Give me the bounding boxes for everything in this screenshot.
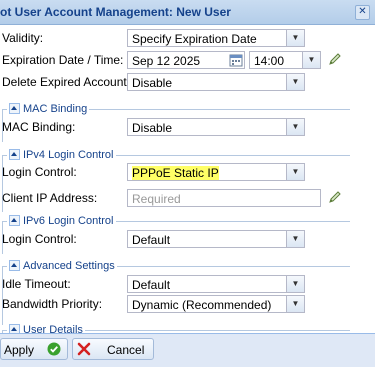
- mac-binding-value: Disable: [132, 121, 173, 135]
- apply-button[interactable]: Apply: [0, 338, 68, 360]
- delete-expired-row: Delete Expired Account: Disable ▼: [0, 71, 375, 93]
- idle-timeout-value: Default: [132, 278, 171, 292]
- cancel-icon: [77, 342, 91, 356]
- bandwidth-label: Bandwidth Priority:: [2, 297, 103, 311]
- ipv6-legend[interactable]: IPv6 Login Control: [7, 214, 116, 228]
- cancel-button-label: Cancel: [107, 343, 145, 357]
- collapse-icon[interactable]: [9, 102, 20, 114]
- button-bar: Apply Cancel: [0, 333, 375, 367]
- chevron-down-icon[interactable]: ▼: [286, 74, 304, 90]
- mac-binding-label: MAC Binding:: [2, 120, 76, 134]
- ipv4-legend[interactable]: IPv4 Login Control: [7, 148, 116, 162]
- chevron-down-icon[interactable]: ▼: [302, 52, 320, 68]
- delete-expired-select[interactable]: Disable ▼: [127, 73, 305, 91]
- ipv6-login-value: Default: [132, 233, 171, 247]
- collapse-icon[interactable]: [9, 259, 20, 271]
- mac-binding-legend[interactable]: MAC Binding: [7, 102, 90, 116]
- mac-binding-row: MAC Binding: Disable ▼: [0, 116, 375, 138]
- collapse-icon[interactable]: [9, 323, 20, 333]
- chevron-down-icon[interactable]: ▼: [286, 296, 304, 312]
- chevron-down-icon[interactable]: ▼: [286, 164, 304, 180]
- expiration-row: Expiration Date / Time: Sep 12 2025 14:0…: [0, 49, 375, 71]
- expiration-time-select[interactable]: 14:00 ▼: [249, 51, 321, 69]
- ipv4-login-row: Login Control: PPPoE Static IP ▼: [0, 161, 375, 183]
- chevron-down-icon[interactable]: ▼: [286, 30, 304, 46]
- form-content: Validity: Specify Expiration Date ▼ Expi…: [0, 25, 375, 333]
- expiration-date-field[interactable]: Sep 12 2025: [127, 51, 245, 69]
- window-titlebar: ot User Account Management: New User ✕: [0, 0, 375, 25]
- ipv6-login-label: Login Control:: [2, 232, 77, 246]
- ipv4-login-select[interactable]: PPPoE Static IP ▼: [127, 163, 305, 181]
- calendar-icon[interactable]: [229, 53, 243, 67]
- collapse-icon[interactable]: [9, 214, 20, 226]
- validity-row: Validity: Specify Expiration Date ▼: [0, 27, 375, 49]
- chevron-down-icon[interactable]: ▼: [286, 276, 304, 292]
- advanced-legend[interactable]: Advanced Settings: [7, 259, 117, 273]
- ipv4-login-label: Login Control:: [2, 165, 77, 179]
- client-ip-label: Client IP Address:: [2, 191, 98, 205]
- scroll-gutter: [350, 25, 375, 333]
- apply-button-label: Apply: [4, 343, 35, 357]
- collapse-icon[interactable]: [9, 148, 20, 160]
- validity-select[interactable]: Specify Expiration Date ▼: [127, 29, 305, 47]
- edit-icon[interactable]: [327, 189, 343, 205]
- window-title: ot User Account Management: New User: [0, 5, 231, 19]
- validity-value: Specify Expiration Date: [132, 32, 257, 46]
- ipv6-login-row: Login Control: Default ▼: [0, 228, 375, 250]
- idle-timeout-row: Idle Timeout: Default ▼: [0, 273, 375, 295]
- expiration-time-value: 14:00: [254, 54, 285, 68]
- delete-expired-label: Delete Expired Account:: [2, 75, 131, 89]
- client-ip-input[interactable]: Required: [127, 189, 321, 207]
- check-icon: [47, 342, 61, 356]
- chevron-down-icon[interactable]: ▼: [286, 119, 304, 135]
- bandwidth-value: Dynamic (Recommended): [132, 298, 272, 312]
- validity-label: Validity:: [2, 31, 44, 45]
- idle-timeout-label: Idle Timeout:: [2, 277, 71, 291]
- client-ip-placeholder: Required: [132, 192, 181, 206]
- ipv4-login-value: PPPoE Static IP: [132, 166, 219, 180]
- close-icon[interactable]: ✕: [355, 5, 370, 20]
- edit-icon[interactable]: [327, 51, 343, 67]
- bandwidth-row: Bandwidth Priority: Dynamic (Recommended…: [0, 293, 375, 315]
- expiration-label: Expiration Date / Time:: [2, 53, 124, 67]
- idle-timeout-select[interactable]: Default ▼: [127, 275, 305, 293]
- delete-expired-value: Disable: [132, 76, 173, 90]
- expiration-date-value: Sep 12 2025: [132, 54, 201, 68]
- bandwidth-select[interactable]: Dynamic (Recommended) ▼: [127, 295, 305, 313]
- cancel-button[interactable]: Cancel: [72, 338, 154, 360]
- user-details-legend[interactable]: User Details: [7, 323, 85, 333]
- client-ip-row: Client IP Address: Required: [0, 187, 375, 209]
- mac-binding-select[interactable]: Disable ▼: [127, 118, 305, 136]
- ipv6-login-select[interactable]: Default ▼: [127, 230, 305, 248]
- chevron-down-icon[interactable]: ▼: [286, 231, 304, 247]
